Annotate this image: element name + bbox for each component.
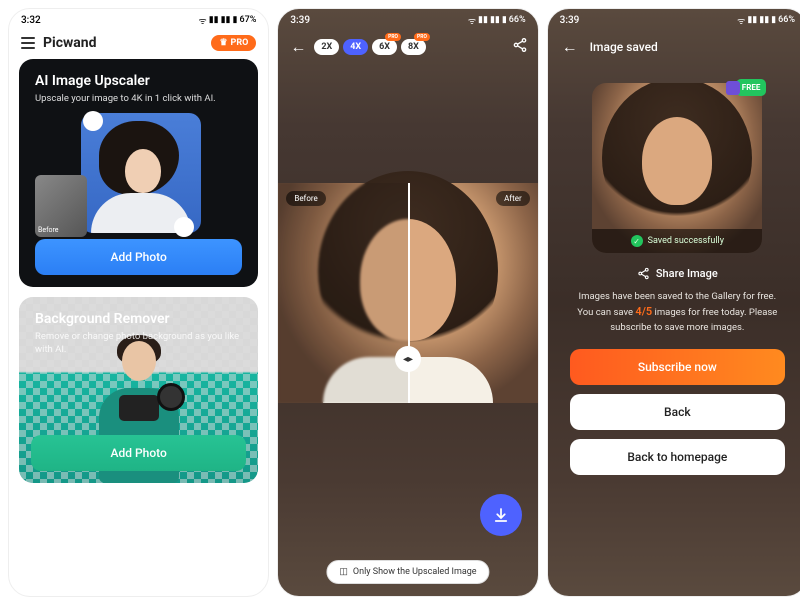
add-photo-button[interactable]: Add Photo (35, 239, 242, 275)
card-bg-remover[interactable]: Background Remover Remove or change phot… (19, 297, 258, 483)
card-title: AI Image Upscaler (35, 73, 242, 89)
saved-status-label: Saved successfully (648, 236, 724, 246)
signal-icon: ▮▮ (490, 15, 500, 25)
add-photo-button[interactable]: Add Photo (31, 435, 246, 471)
before-after-compare[interactable]: Before After ◂▸ (278, 183, 537, 403)
before-label: Before (38, 226, 59, 234)
back-button[interactable]: ← (288, 37, 308, 57)
card-hero: Before (35, 113, 242, 239)
zoom-8x[interactable]: 8X PRO (401, 39, 426, 55)
pro-tag: PRO (385, 33, 401, 41)
share-label: Share Image (656, 267, 718, 280)
battery-icon: ▮ (502, 15, 507, 25)
before-label: Before (286, 191, 325, 206)
status-icons: ᯤ ▮▮ ▮▮ ▮ 66% (737, 14, 795, 27)
wifi-icon: ᯤ (468, 14, 476, 27)
signal-icon: ▮▮ (747, 15, 757, 25)
zoom-label: 8X (408, 42, 419, 52)
status-icons: ᯤ ▮▮ ▮▮ ▮ 66% (468, 14, 526, 27)
handle-dot (174, 217, 194, 237)
wifi-icon: ᯤ (198, 14, 206, 27)
compare-icon: ◫ (339, 567, 348, 577)
app-header: Picwand ♛ PRO (9, 31, 268, 59)
after-label: After (496, 191, 530, 206)
card-title: Background Remover (35, 311, 242, 327)
card-upscaler[interactable]: AI Image Upscaler Upscale your image to … (19, 59, 258, 287)
battery-icon: ▮ (233, 15, 238, 25)
status-bar: 3:32 ᯤ ▮▮ ▮▮ ▮ 67% (9, 9, 268, 31)
signal-icon: ▮▮ (759, 15, 769, 25)
signal-icon: ▮▮ (221, 15, 231, 25)
save-count: 4/5 (635, 305, 652, 318)
status-bar: 3:39 ᯤ ▮▮ ▮▮ ▮ 66% (548, 9, 800, 31)
crown-icon: ♛ (219, 38, 227, 48)
saved-preview: FREE ✓ Saved successfully (592, 83, 762, 253)
screen-saved: 3:39 ᯤ ▮▮ ▮▮ ▮ 66% ← Image saved FREE ✓ … (547, 8, 800, 597)
screen-home: 3:32 ᯤ ▮▮ ▮▮ ▮ 67% Picwand ♛ PRO AI Imag… (8, 8, 269, 597)
zoom-label: 6X (379, 42, 390, 52)
back-button[interactable]: ← (560, 37, 580, 57)
saved-header: ← Image saved (548, 31, 800, 63)
app-title: Picwand (43, 35, 97, 51)
save-description: Images have been saved to the Gallery fo… (570, 290, 785, 335)
zoom-selector: 2X 4X 6X PRO 8X PRO (314, 39, 426, 55)
share-icon (637, 267, 650, 280)
zoom-6x[interactable]: 6X PRO (372, 39, 397, 55)
wifi-icon: ᯤ (737, 14, 745, 27)
card-subtitle: Upscale your image to 4K in 1 click with… (35, 93, 242, 105)
preview-after (81, 113, 201, 233)
back-button-secondary[interactable]: Back (570, 394, 785, 430)
pro-label: PRO (231, 38, 249, 48)
status-time: 3:39 (290, 15, 310, 26)
signal-icon: ▮▮ (209, 15, 219, 25)
pro-tag: PRO (414, 33, 430, 41)
status-bar: 3:39 ᯤ ▮▮ ▮▮ ▮ 66% (278, 9, 537, 31)
pro-badge[interactable]: ♛ PRO (211, 35, 256, 51)
card-subtitle: Remove or change photo background as you… (35, 331, 242, 356)
menu-icon[interactable] (21, 37, 35, 49)
saved-image[interactable]: ✓ Saved successfully (592, 83, 762, 253)
only-upscaled-toggle[interactable]: ◫ Only Show the Upscaled Image (326, 560, 489, 584)
zoom-2x[interactable]: 2X (314, 39, 339, 55)
download-button[interactable] (480, 494, 522, 536)
check-icon: ✓ (631, 235, 643, 247)
editor-header: ← 2X 4X 6X PRO 8X PRO (278, 31, 537, 63)
free-badge: FREE (736, 79, 767, 96)
preview-before: Before (35, 175, 87, 237)
signal-icon: ▮▮ (478, 15, 488, 25)
status-battery: 66% (509, 15, 526, 25)
compare-handle[interactable]: ◂▸ (395, 346, 421, 372)
battery-icon: ▮ (771, 15, 776, 25)
page-title: Image saved (590, 40, 658, 54)
toggle-label: Only Show the Upscaled Image (353, 567, 477, 577)
zoom-4x[interactable]: 4X (343, 39, 368, 55)
share-image-row[interactable]: Share Image (548, 267, 800, 280)
status-time: 3:32 (21, 15, 41, 26)
status-icons: ᯤ ▮▮ ▮▮ ▮ 67% (198, 14, 256, 27)
saved-status: ✓ Saved successfully (592, 229, 762, 253)
status-battery: 66% (778, 15, 795, 25)
share-icon[interactable] (512, 37, 528, 57)
status-battery: 67% (239, 15, 256, 25)
home-button[interactable]: Back to homepage (570, 439, 785, 475)
status-time: 3:39 (560, 15, 580, 26)
screen-upscale-editor: 3:39 ᯤ ▮▮ ▮▮ ▮ 66% ← 2X 4X 6X PRO 8X PRO (277, 8, 538, 597)
subscribe-button[interactable]: Subscribe now (570, 349, 785, 385)
